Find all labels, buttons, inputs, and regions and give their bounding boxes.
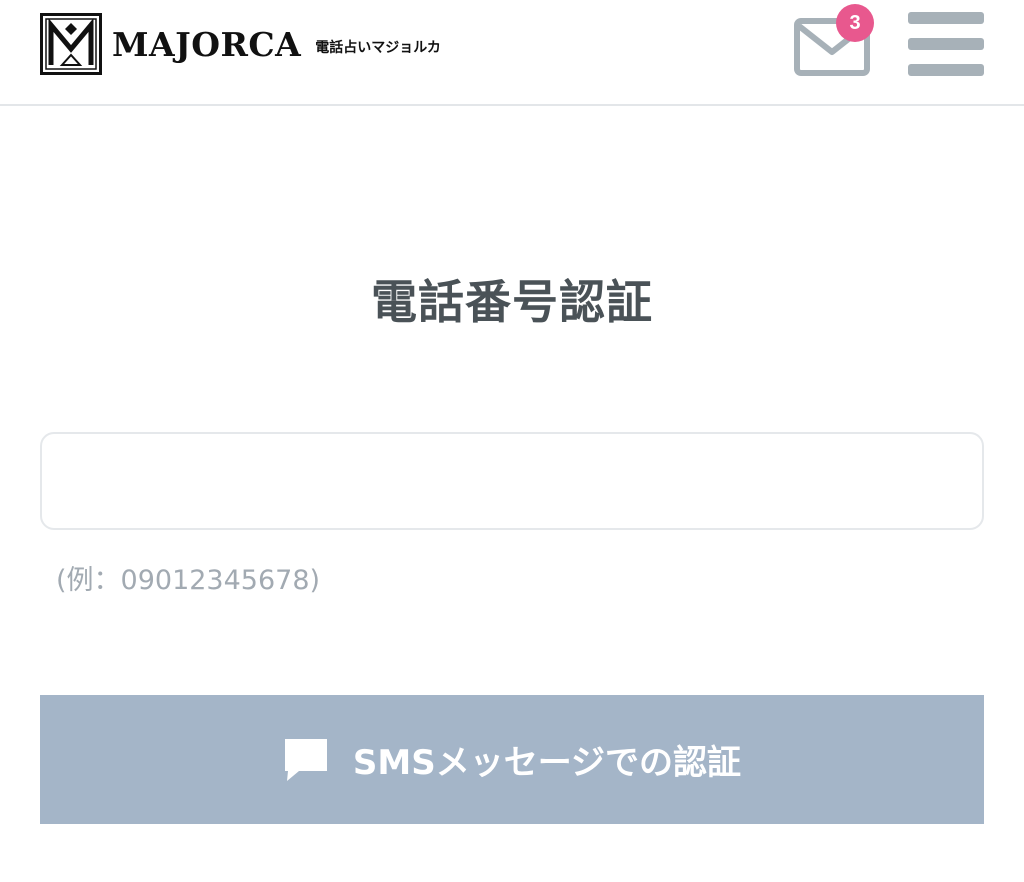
sms-auth-button-label: SMSメッセージでの認証 [352, 743, 742, 783]
page-title: 電話番号認証 [371, 275, 653, 329]
logo-link[interactable]: MAJORCA 電話占いマジョルカ [40, 13, 441, 75]
phone-example-hint: (例：09012345678) [56, 565, 321, 596]
majorca-logo-icon [40, 13, 102, 75]
hamburger-menu-button[interactable] [908, 12, 986, 76]
mail-button[interactable]: 3 [794, 4, 874, 76]
logo-text: MAJORCA [112, 24, 302, 64]
hamburger-menu-icon-bar [908, 64, 984, 76]
logo-subtitle: 電話占いマジョルカ [315, 40, 441, 56]
hamburger-menu-icon-bar [908, 38, 984, 50]
phone-number-input[interactable] [40, 432, 984, 530]
sms-auth-button[interactable]: SMSメッセージでの認証 [40, 695, 984, 824]
page: MAJORCA 電話占いマジョルカ 3 電話番号認証 (例：0901234567… [0, 0, 1024, 882]
mail-badge: 3 [836, 4, 874, 42]
speech-bubble-icon [284, 738, 327, 781]
hamburger-menu-icon [908, 12, 984, 24]
header: MAJORCA 電話占いマジョルカ 3 [0, 0, 1024, 106]
